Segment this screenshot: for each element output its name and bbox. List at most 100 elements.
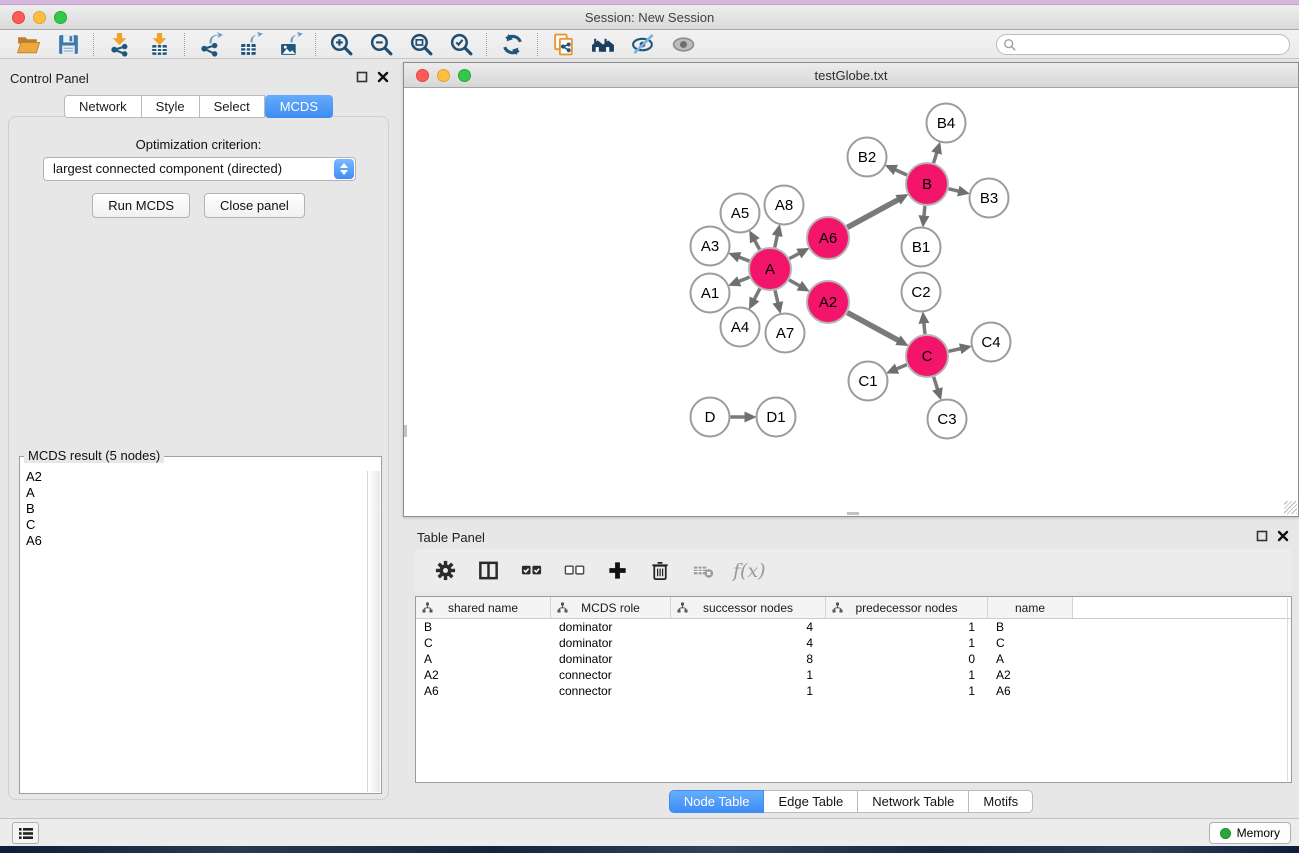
graph-edge-B-B3[interactable]: [948, 189, 959, 191]
network-overview-button[interactable]: [583, 31, 623, 58]
graph-edge-A-A7[interactable]: [775, 290, 778, 303]
mcds-result-item[interactable]: A: [21, 485, 366, 501]
graph-edge-B-B4[interactable]: [934, 152, 937, 163]
export-table-button[interactable]: [230, 31, 270, 58]
graph-edge-A-A6[interactable]: [789, 253, 799, 259]
deselect-all-button[interactable]: [561, 558, 587, 584]
table-cell[interactable]: 1: [826, 683, 988, 699]
column-header-MCDS-role[interactable]: MCDS role: [551, 597, 671, 618]
criterion-dropdown[interactable]: largest connected component (directed): [43, 157, 356, 181]
graph-edge-A-A3[interactable]: [738, 257, 749, 261]
show-columns-button[interactable]: [475, 558, 501, 584]
float-panel-icon[interactable]: [1256, 530, 1268, 542]
resize-grip-icon[interactable]: [1284, 501, 1297, 514]
tab-network-table[interactable]: Network Table: [858, 790, 969, 813]
table-row[interactable]: Cdominator41C: [416, 635, 1291, 651]
table-cell[interactable]: 1: [671, 667, 826, 683]
table-row[interactable]: Adominator80A: [416, 651, 1291, 667]
zoom-fit-button[interactable]: [401, 31, 441, 58]
table-cell[interactable]: A6: [988, 683, 1073, 699]
table-settings-button[interactable]: [432, 558, 458, 584]
table-cell[interactable]: 1: [826, 619, 988, 635]
graph-edge-C-C3[interactable]: [934, 377, 938, 390]
table-cell[interactable]: B: [988, 619, 1073, 635]
table-cell[interactable]: A2: [416, 667, 551, 683]
column-header-name[interactable]: name: [988, 597, 1073, 618]
graph-edge-B-B1[interactable]: [924, 206, 925, 217]
column-header-shared-name[interactable]: shared name: [416, 597, 551, 618]
tab-motifs[interactable]: Motifs: [969, 790, 1033, 813]
function-builder-button[interactable]: f(x): [733, 558, 766, 584]
create-column-button[interactable]: [604, 558, 630, 584]
mcds-result-item[interactable]: A6: [21, 533, 366, 549]
table-cell[interactable]: dominator: [551, 619, 671, 635]
show-graphics-button[interactable]: [663, 31, 703, 58]
export-image-button[interactable]: [270, 31, 310, 58]
table-scrollbar[interactable]: [1287, 598, 1288, 781]
table-cell[interactable]: 1: [826, 635, 988, 651]
table-cell[interactable]: B: [416, 619, 551, 635]
clone-network-button[interactable]: [543, 31, 583, 58]
delete-table-button[interactable]: [690, 558, 716, 584]
table-row[interactable]: A6connector11A6: [416, 683, 1291, 699]
delete-column-button[interactable]: [647, 558, 673, 584]
apply-layout-button[interactable]: [492, 31, 532, 58]
graph-edge-C-C2[interactable]: [924, 322, 925, 334]
run-mcds-button[interactable]: Run MCDS: [92, 193, 190, 218]
search-input[interactable]: [1017, 37, 1289, 53]
table-cell[interactable]: connector: [551, 667, 671, 683]
mcds-result-item[interactable]: A2: [21, 469, 366, 485]
table-cell[interactable]: connector: [551, 683, 671, 699]
graph-edge-A-A5[interactable]: [754, 240, 759, 250]
graph-edge-A-A2[interactable]: [789, 280, 800, 286]
export-network-button[interactable]: [190, 31, 230, 58]
canvas-horizontal-scroll-nub[interactable]: [847, 512, 859, 515]
close-panel-button[interactable]: Close panel: [204, 193, 305, 218]
table-cell[interactable]: A: [988, 651, 1073, 667]
select-all-button[interactable]: [518, 558, 544, 584]
table-cell[interactable]: C: [988, 635, 1073, 651]
table-cell[interactable]: 1: [671, 683, 826, 699]
zoom-selected-button[interactable]: [441, 31, 481, 58]
zoom-out-button[interactable]: [361, 31, 401, 58]
tab-network[interactable]: Network: [64, 95, 142, 118]
table-cell[interactable]: 4: [671, 635, 826, 651]
import-table-button[interactable]: [139, 31, 179, 58]
table-cell[interactable]: C: [416, 635, 551, 651]
hide-graphics-button[interactable]: [623, 31, 663, 58]
close-panel-icon[interactable]: [377, 71, 389, 83]
save-session-button[interactable]: [48, 31, 88, 58]
mcds-result-item[interactable]: C: [21, 517, 366, 533]
float-panel-icon[interactable]: [356, 71, 368, 83]
graph-edge-C-C4[interactable]: [948, 349, 961, 352]
table-cell[interactable]: A6: [416, 683, 551, 699]
column-header-predecessor-nodes[interactable]: predecessor nodes: [826, 597, 988, 618]
memory-button[interactable]: Memory: [1209, 822, 1291, 844]
tab-edge-table[interactable]: Edge Table: [764, 790, 858, 813]
network-canvas[interactable]: B4B2BB3A8A5A6A3B1AC2A1A2A4A7C4CC1DD1C3: [404, 88, 1298, 515]
column-header-successor-nodes[interactable]: successor nodes: [671, 597, 826, 618]
table-cell[interactable]: 1: [826, 667, 988, 683]
close-panel-icon[interactable]: [1277, 530, 1289, 542]
graph-edge-B-B2[interactable]: [895, 170, 907, 175]
table-cell[interactable]: A: [416, 651, 551, 667]
table-cell[interactable]: 4: [671, 619, 826, 635]
graph-edge-A-A8[interactable]: [775, 235, 778, 248]
graph-edge-A6-B[interactable]: [847, 199, 899, 227]
table-cell[interactable]: 8: [671, 651, 826, 667]
graph-edge-A-A1[interactable]: [738, 277, 749, 282]
zoom-in-button[interactable]: [321, 31, 361, 58]
table-row[interactable]: Bdominator41B: [416, 619, 1291, 635]
task-history-button[interactable]: [12, 822, 39, 844]
canvas-vertical-scroll-nub[interactable]: [404, 425, 407, 437]
table-cell[interactable]: A2: [988, 667, 1073, 683]
graph-edge-C-C1[interactable]: [896, 365, 907, 370]
mcds-result-scrollbar[interactable]: [367, 471, 380, 792]
tab-select[interactable]: Select: [200, 95, 265, 118]
table-cell[interactable]: dominator: [551, 651, 671, 667]
graph-edge-A2-C[interactable]: [847, 313, 899, 341]
open-session-button[interactable]: [8, 31, 48, 58]
table-cell[interactable]: dominator: [551, 635, 671, 651]
tab-node-table[interactable]: Node Table: [669, 790, 765, 813]
import-network-button[interactable]: [99, 31, 139, 58]
